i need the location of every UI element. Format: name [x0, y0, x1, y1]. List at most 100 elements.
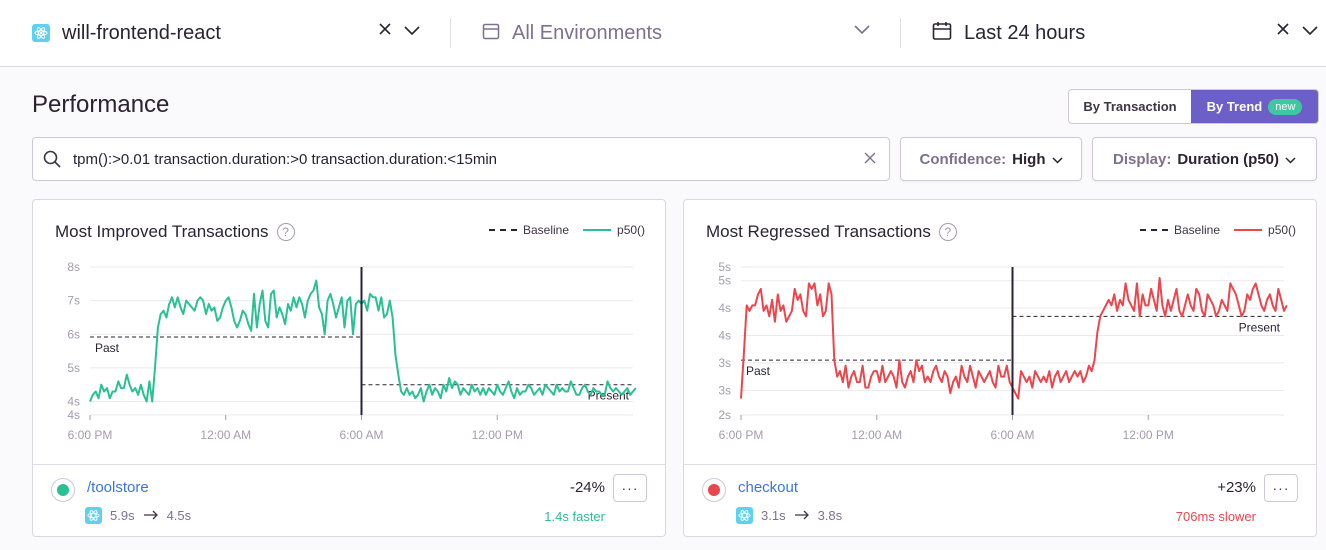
environment-label: All Environments — [512, 21, 663, 44]
chart-legend: Baseline p50() — [1126, 223, 1296, 237]
new-badge: new — [1268, 98, 1303, 115]
y-tick-label: 3s — [718, 356, 731, 370]
baseline-label: Present — [588, 389, 630, 403]
y-tick-label: 5s — [718, 274, 731, 288]
react-icon — [32, 24, 50, 42]
duration-from: 5.9s — [110, 508, 135, 523]
react-icon — [736, 507, 753, 524]
display-value: Duration (p50) — [1177, 150, 1280, 168]
x-tick-label: 12:00 PM — [1123, 428, 1174, 442]
duration-change: 3.1s 3.8s — [736, 507, 842, 524]
search-bar[interactable]: tpm():>0.01 transaction.duration:>0 tran… — [32, 137, 890, 181]
legend-baseline: Baseline — [489, 223, 569, 237]
y-tick-label: 8s — [67, 260, 80, 274]
react-icon — [85, 507, 102, 524]
confidence-value: High — [1012, 150, 1046, 168]
display-dropdown[interactable]: Display: Duration (p50) — [1092, 137, 1317, 181]
most-regressed-card: Most Regressed Transactions ? Baseline p… — [683, 199, 1317, 537]
duration-to: 3.8s — [817, 508, 843, 523]
x-tick-label: 6:00 AM — [339, 428, 383, 442]
selected-radio[interactable] — [702, 478, 726, 502]
help-icon[interactable]: ? — [938, 223, 957, 241]
selected-radio[interactable] — [51, 478, 75, 502]
chevron-down-icon — [1285, 151, 1296, 168]
duration-from: 3.1s — [761, 508, 786, 523]
legend-series-label: p50() — [617, 223, 646, 237]
chevron-down-icon[interactable] — [854, 22, 870, 40]
baseline-label: Present — [1239, 320, 1281, 334]
card-title-text: Most Regressed Transactions — [706, 222, 931, 241]
legend-baseline: Baseline — [1140, 223, 1220, 237]
search-query[interactable]: tpm():>0.01 transaction.duration:>0 tran… — [73, 151, 497, 168]
date-range-label: Last 24 hours — [964, 21, 1086, 44]
change-note: 706ms slower — [1175, 509, 1256, 524]
y-tick-label: 5s — [67, 361, 80, 375]
percent-change: -24% — [569, 479, 605, 496]
view-toggle: By Transaction By Trend new — [1068, 89, 1319, 124]
search-icon — [43, 150, 61, 168]
series-line — [740, 277, 1288, 400]
solid-line-icon — [583, 229, 612, 231]
transaction-summary: /toolstore 5.9s 4.5s -24% 1.4s faster ··… — [33, 464, 665, 537]
y-tick-label: 3s — [718, 383, 731, 397]
clear-date-icon[interactable] — [1276, 22, 1290, 41]
y-tick-label: 5s — [718, 260, 731, 274]
by-transaction-button[interactable]: By Transaction — [1069, 90, 1191, 123]
y-tick-label: 4s — [718, 301, 731, 315]
most-improved-card: Most Improved Transactions ? Baseline p5… — [32, 199, 666, 537]
y-tick-label: 4s — [67, 395, 80, 409]
arrow-right-icon — [143, 508, 159, 523]
calendar-icon — [932, 21, 952, 46]
project-name: will-frontend-react — [62, 21, 221, 44]
chart-legend: Baseline p50() — [475, 223, 645, 237]
duration-change: 5.9s 4.5s — [85, 507, 191, 524]
card-title: Most Regressed Transactions ? — [706, 222, 957, 242]
regressed-chart: 5s5s 4s 4s 3s 3s 2s 6:00 PM 12:00 AM 6:00 AM 12:0… — [718, 260, 1288, 442]
y-tick-label: 4s — [718, 329, 731, 343]
legend-baseline-label: Baseline — [523, 223, 570, 237]
baseline-label: Past — [746, 364, 771, 378]
legend-series-label: p50() — [1268, 223, 1297, 237]
project-selector[interactable]: will-frontend-react — [32, 0, 420, 66]
card-title: Most Improved Transactions ? — [55, 222, 295, 242]
by-trend-label: By Trend — [1206, 99, 1263, 114]
page-title: Performance — [32, 91, 170, 118]
chevron-down-icon[interactable] — [1302, 23, 1318, 41]
date-range-selector[interactable]: Last 24 hours — [932, 0, 1318, 66]
arrow-right-icon — [794, 508, 810, 523]
chevron-down-icon — [1051, 151, 1063, 168]
legend-baseline-label: Baseline — [1174, 223, 1221, 237]
transaction-link[interactable]: checkout — [738, 479, 798, 496]
page-filter-bar: will-frontend-react All Environments Las… — [0, 0, 1326, 67]
series-line — [89, 279, 637, 403]
confidence-key: Confidence: — [919, 150, 1007, 168]
status-dot — [57, 484, 69, 496]
legend-series: p50() — [1234, 223, 1296, 237]
dashed-line-icon — [1140, 229, 1168, 231]
status-dot — [708, 484, 720, 496]
y-tick-label: 6s — [67, 327, 80, 341]
clear-search-icon[interactable] — [863, 151, 877, 165]
by-trend-button[interactable]: By Trend new — [1191, 90, 1318, 123]
x-tick-label: 6:00 AM — [990, 428, 1034, 442]
environment-selector[interactable]: All Environments — [482, 0, 870, 66]
x-tick-label: 6:00 PM — [68, 428, 113, 442]
improved-chart: 8s 7s 6s 5s 4s4s 6:00 PM 12:00 AM 6:00 AM 12:00 … — [67, 260, 637, 442]
x-tick-label: 12:00 AM — [851, 428, 902, 442]
transaction-summary: checkout 3.1s 3.8s +23% 706ms slower ··· — [684, 464, 1316, 537]
solid-line-icon — [1234, 229, 1263, 231]
clear-project-icon[interactable] — [378, 22, 392, 41]
x-tick-label: 6:00 PM — [719, 428, 764, 442]
help-icon[interactable]: ? — [276, 223, 295, 241]
transaction-link[interactable]: /toolstore — [87, 479, 149, 496]
card-title-text: Most Improved Transactions — [55, 222, 269, 241]
confidence-dropdown[interactable]: Confidence: High — [900, 137, 1082, 181]
more-options-button[interactable]: ··· — [1264, 474, 1298, 502]
chevron-down-icon[interactable] — [404, 23, 420, 41]
y-tick-label: 7s — [67, 294, 80, 308]
display-key: Display: — [1112, 150, 1172, 168]
x-tick-label: 12:00 AM — [200, 428, 251, 442]
more-options-button[interactable]: ··· — [613, 474, 647, 502]
legend-series: p50() — [583, 223, 645, 237]
dashed-line-icon — [489, 229, 517, 231]
